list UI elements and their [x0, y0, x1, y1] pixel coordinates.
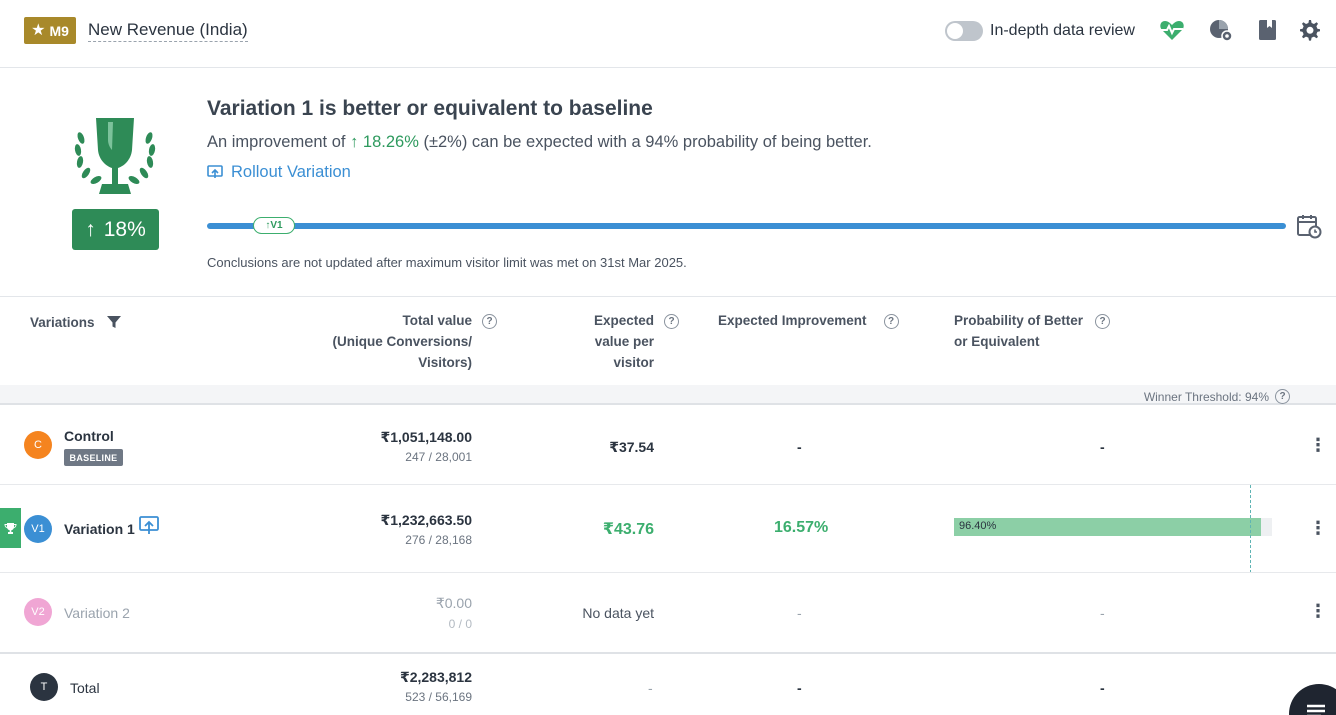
star-icon: ★ [31, 21, 46, 39]
variation-2-avatar: V2 [24, 598, 52, 626]
help-total-value-icon[interactable]: ? [482, 310, 497, 331]
test-progress-bar [207, 223, 1286, 229]
metric-badge: ★ M9 [24, 17, 76, 44]
control-avatar: C [24, 431, 52, 459]
col-header-variations-label: Variations [30, 315, 95, 330]
in-depth-toggle-label: In-depth data review [990, 22, 1135, 39]
control-total-value: ₹1,051,148.00 [380, 429, 473, 445]
book-icon[interactable] [1254, 17, 1280, 43]
winner-trophy-tab [0, 508, 21, 548]
winner-threshold: Winner Threshold: 94% ? [1144, 389, 1290, 404]
help-probability-icon[interactable]: ? [1095, 313, 1111, 329]
variation-2-name[interactable]: Variation 2 [64, 605, 130, 621]
control-expected-value: ₹37.54 [609, 439, 654, 455]
variation-1-total-value: ₹1,232,663.50 [380, 512, 473, 528]
col-header-probability: Probability of Better? or Equivalent [954, 310, 1111, 352]
col-header-expected-improvement: Expected Improvement? [718, 310, 899, 331]
col-header-total-value-line-3: Visitors) [418, 355, 472, 370]
control-more-icon[interactable]: ⋮ [1309, 436, 1327, 454]
variation-1-probability-bar: 96.40% [954, 518, 1272, 536]
col-header-variations[interactable]: Variations [30, 312, 122, 333]
variation-2-conversions: 0 / 0 [448, 617, 472, 631]
progress-variation-pill[interactable]: ↑V1 [253, 217, 295, 234]
variation-1-rollout-icon[interactable] [139, 516, 159, 535]
variation-1-more-icon[interactable]: ⋮ [1309, 519, 1327, 537]
rollout-variation-label: Rollout Variation [231, 163, 351, 181]
variation-2-more-icon[interactable]: ⋮ [1309, 602, 1327, 620]
trophy-icon [74, 118, 156, 194]
col-header-probability-line-1: Probability of Better [954, 313, 1084, 328]
variation-2-improvement: - [797, 605, 802, 621]
lift-badge-value: 18% [103, 217, 146, 241]
total-expected-value: - [648, 680, 653, 696]
chat-icon [1307, 704, 1325, 715]
control-name[interactable]: Control [64, 428, 114, 444]
subline-arrow-icon: ↑ [350, 133, 359, 151]
chat-launcher[interactable] [1289, 684, 1336, 715]
lift-badge: ↑ 18% [72, 209, 159, 250]
variation-1-probability-fill [954, 518, 1261, 536]
variation-1-name[interactable]: Variation 1 [64, 521, 135, 537]
variation-1-conversions: 276 / 28,168 [405, 533, 472, 547]
col-header-total-value-line-1: Total value [402, 313, 472, 328]
control-probability: - [1100, 439, 1105, 455]
total-conversions: 523 / 56,169 [405, 690, 472, 704]
total-divider [0, 652, 1336, 654]
baseline-tag: BASELINE [64, 449, 123, 466]
total-value: ₹2,283,812 [399, 669, 472, 685]
winner-threshold-label: Winner Threshold: 94% [1143, 389, 1269, 404]
conclusion-note: Conclusions are not updated after maximu… [207, 255, 687, 270]
in-depth-toggle[interactable] [945, 21, 983, 41]
help-threshold-icon[interactable]: ? [1275, 389, 1290, 404]
total-probability: - [1100, 680, 1105, 696]
page-title[interactable]: New Revenue (India) [88, 20, 248, 42]
subline-suffix: (±2%) can be expected with a 94% probabi… [418, 133, 872, 151]
total-improvement: - [797, 680, 802, 696]
row-divider [0, 572, 1336, 573]
subline-value: 18.26% [362, 133, 419, 151]
summary-headline: Variation 1 is better or equivalent to b… [207, 97, 653, 120]
toggle-knob [947, 23, 963, 39]
help-improvement-icon[interactable]: ? [883, 313, 899, 329]
rollout-icon [207, 165, 223, 178]
variation-2-expected-value: No data yet [582, 605, 654, 621]
col-header-expected-value: Expected value per visitor [560, 310, 654, 373]
small-trophy-icon [4, 522, 17, 534]
rollout-variation-link[interactable]: Rollout Variation [207, 163, 351, 182]
col-header-total-value: Total value (Unique Conversions/ Visitor… [322, 310, 472, 373]
col-header-expected-line-1: Expected [593, 313, 654, 328]
gear-icon[interactable] [1296, 17, 1322, 43]
winner-threshold-marker [1250, 485, 1251, 573]
variation-2-total-value: ₹0.00 [435, 595, 472, 611]
calendar-clock-icon[interactable] [1296, 213, 1322, 239]
filter-icon[interactable] [106, 315, 122, 329]
summary-subline: An improvement of ↑ 18.26% (±2%) can be … [207, 133, 872, 152]
variation-1-improvement: 16.57% [774, 519, 829, 536]
col-header-expected-line-2: value per [594, 334, 654, 349]
pie-chart-settings-icon[interactable] [1208, 17, 1234, 43]
variation-1-expected-value: ₹43.76 [602, 521, 654, 538]
heart-pulse-icon[interactable] [1159, 17, 1185, 43]
top-header: ★ M9 New Revenue (India) In-depth data r… [0, 0, 1336, 68]
threshold-strip [0, 385, 1336, 405]
control-conversions: 247 / 28,001 [405, 450, 472, 464]
col-header-expected-line-3: visitor [613, 355, 654, 370]
subline-prefix: An improvement of [207, 133, 351, 151]
col-header-improvement-label: Expected Improvement [718, 313, 867, 328]
total-avatar: T [30, 673, 58, 701]
col-header-probability-line-2: or Equivalent [954, 334, 1040, 349]
help-expected-value-icon[interactable]: ? [664, 310, 679, 331]
arrow-up-icon: ↑ [85, 217, 96, 241]
variation-2-probability: - [1100, 605, 1105, 621]
total-name: Total [70, 680, 100, 696]
metric-badge-label: M9 [49, 22, 69, 39]
variation-1-avatar: V1 [24, 515, 52, 543]
row-divider [0, 484, 1336, 485]
variation-1-probability-label: 96.40% [959, 520, 997, 532]
col-header-total-value-line-2: (Unique Conversions/ [332, 334, 472, 349]
control-improvement: - [797, 439, 802, 455]
